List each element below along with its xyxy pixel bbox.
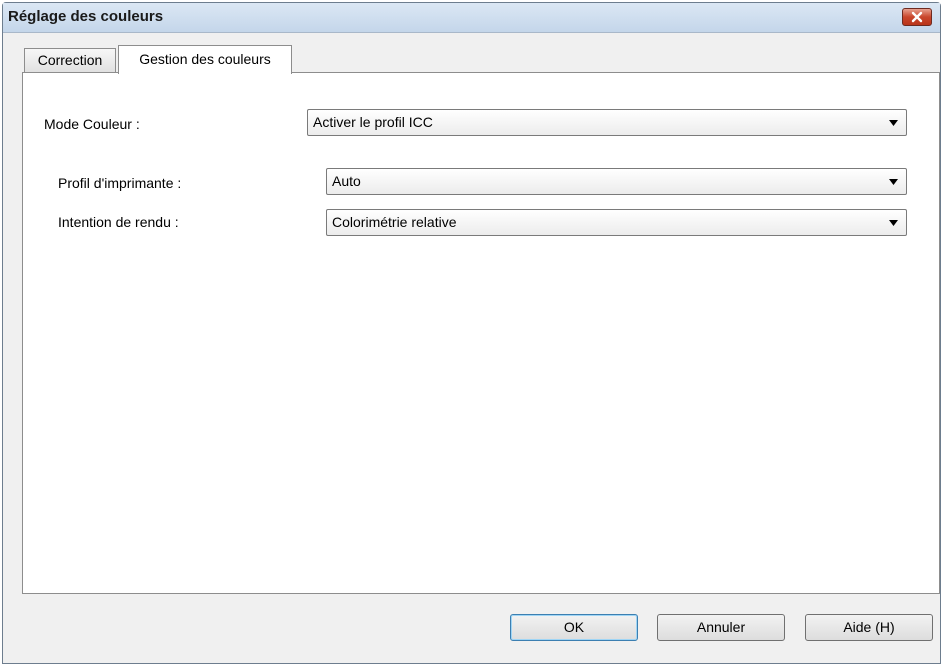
cancel-button[interactable]: Annuler	[657, 614, 785, 641]
mode-couleur-label: Mode Couleur :	[44, 116, 140, 132]
profil-imprimante-value: Auto	[332, 173, 361, 189]
intention-rendu-value: Colorimétrie relative	[332, 214, 457, 230]
mode-couleur-value: Activer le profil ICC	[313, 114, 433, 130]
tab-correction[interactable]: Correction	[24, 48, 116, 72]
chevron-down-icon	[889, 120, 898, 126]
title-bar[interactable]: Réglage des couleurs	[3, 3, 940, 33]
tab-panel	[22, 72, 940, 594]
close-icon	[911, 11, 923, 23]
chevron-down-icon	[889, 220, 898, 226]
tab-gestion-des-couleurs[interactable]: Gestion des couleurs	[118, 45, 292, 74]
ok-button[interactable]: OK	[510, 614, 638, 641]
intention-rendu-select[interactable]: Colorimétrie relative	[326, 209, 907, 236]
help-button[interactable]: Aide (H)	[805, 614, 933, 641]
profil-imprimante-select[interactable]: Auto	[326, 168, 907, 195]
profil-imprimante-label: Profil d'imprimante :	[58, 175, 182, 191]
close-button[interactable]	[902, 8, 932, 26]
window-title: Réglage des couleurs	[8, 8, 164, 25]
mode-couleur-select[interactable]: Activer le profil ICC	[307, 109, 907, 136]
intention-rendu-label: Intention de rendu :	[58, 214, 179, 230]
chevron-down-icon	[889, 179, 898, 185]
